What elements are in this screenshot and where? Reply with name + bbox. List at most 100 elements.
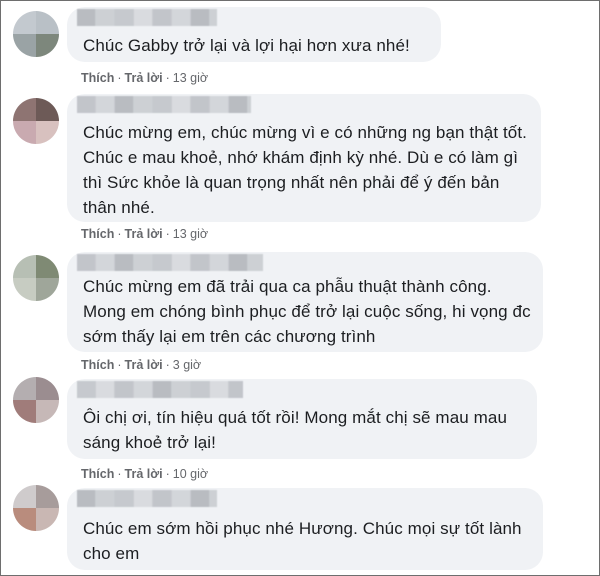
blur-tile	[115, 96, 133, 113]
comment-thread: Chúc Gabby trở lại và lợi hại hơn xưa nh…	[0, 0, 600, 576]
blur-tile	[77, 254, 95, 271]
blur-tile	[77, 96, 95, 113]
comment-time[interactable]: 3 giờ	[173, 358, 201, 372]
commenter-name-blurred[interactable]	[77, 96, 251, 113]
comment-bubble: Chúc Gabby trở lại và lợi hại hơn xưa nh…	[67, 7, 441, 62]
blur-tile	[96, 96, 114, 113]
comment-actions: Thích · Trả lời · 10 giờ	[81, 467, 208, 481]
avatar-pixel	[13, 485, 36, 508]
comment-text: Ôi chị ơi, tín hiệu quá tốt rồi! Mong mắ…	[83, 408, 507, 452]
comment-bubble: Chúc em sớm hồi phục nhé Hương. Chúc mọi…	[67, 488, 543, 570]
blur-tile	[229, 96, 247, 113]
blur-tile	[248, 96, 251, 113]
like-link[interactable]: Thích	[81, 467, 114, 481]
blur-tile	[191, 381, 209, 398]
reply-link[interactable]: Trả lời	[125, 227, 163, 241]
separator-dot: ·	[165, 227, 170, 241]
commenter-name-blurred[interactable]	[77, 490, 217, 507]
blur-tile	[172, 254, 190, 271]
blur-tile	[134, 254, 152, 271]
blur-tile	[172, 490, 190, 507]
avatar-pixel	[36, 508, 59, 531]
separator-dot: ·	[165, 467, 170, 481]
avatar-pixel	[13, 11, 36, 34]
blur-tile	[153, 381, 171, 398]
avatar-pixel	[36, 377, 59, 400]
blur-tile	[191, 9, 209, 26]
blur-tile	[153, 96, 171, 113]
blur-tile	[96, 254, 114, 271]
avatar-pixel	[13, 400, 36, 423]
blur-tile	[210, 9, 217, 26]
reply-link[interactable]: Trả lời	[125, 467, 163, 481]
blur-tile	[210, 96, 228, 113]
avatar-pixel	[36, 400, 59, 423]
comment-text: Chúc Gabby trở lại và lợi hại hơn xưa nh…	[83, 36, 410, 55]
avatar[interactable]	[13, 485, 59, 531]
comment-text: Chúc em sớm hồi phục nhé Hương. Chúc mọi…	[83, 519, 522, 563]
reply-link[interactable]: Trả lời	[125, 71, 163, 85]
blur-tile	[172, 96, 190, 113]
avatar-pixel	[13, 278, 36, 301]
commenter-name-blurred[interactable]	[77, 9, 217, 26]
avatar[interactable]	[13, 11, 59, 57]
blur-tile	[210, 490, 217, 507]
like-link[interactable]: Thích	[81, 227, 114, 241]
separator-dot: ·	[117, 467, 122, 481]
blur-tile	[77, 490, 95, 507]
like-link[interactable]: Thích	[81, 71, 114, 85]
blur-tile	[96, 381, 114, 398]
blur-tile	[191, 490, 209, 507]
avatar[interactable]	[13, 377, 59, 423]
blur-tile	[191, 96, 209, 113]
blur-tile	[229, 254, 247, 271]
commenter-name-blurred[interactable]	[77, 381, 243, 398]
avatar-pixel	[13, 34, 36, 57]
comment-text: Chúc mừng em, chúc mừng vì e có những ng…	[83, 123, 527, 217]
blur-tile	[115, 490, 133, 507]
avatar-pixel	[36, 11, 59, 34]
blur-tile	[210, 254, 228, 271]
blur-tile	[229, 381, 243, 398]
comment-actions: Thích · Trả lời · 13 giờ	[81, 71, 208, 85]
reply-link[interactable]: Trả lời	[125, 358, 163, 372]
comment-time[interactable]: 10 giờ	[173, 467, 208, 481]
avatar-pixel	[36, 278, 59, 301]
avatar-pixel	[13, 255, 36, 278]
avatar-pixel	[36, 34, 59, 57]
avatar-pixel	[36, 485, 59, 508]
comment-actions: Thích · Trả lời · 13 giờ	[81, 227, 208, 241]
avatar[interactable]	[13, 255, 59, 301]
blur-tile	[153, 490, 171, 507]
separator-dot: ·	[117, 71, 122, 85]
separator-dot: ·	[117, 358, 122, 372]
like-link[interactable]: Thích	[81, 358, 114, 372]
separator-dot: ·	[165, 358, 170, 372]
avatar-pixel	[36, 98, 59, 121]
blur-tile	[172, 381, 190, 398]
comment-bubble: Ôi chị ơi, tín hiệu quá tốt rồi! Mong mắ…	[67, 379, 537, 459]
blur-tile	[96, 9, 114, 26]
avatar-pixel	[13, 508, 36, 531]
comment-time[interactable]: 13 giờ	[173, 71, 208, 85]
comment-bubble: Chúc mừng em đã trải qua ca phẫu thuật t…	[67, 252, 543, 352]
blur-tile	[115, 9, 133, 26]
commenter-name-blurred[interactable]	[77, 254, 263, 271]
blur-tile	[115, 254, 133, 271]
blur-tile	[191, 254, 209, 271]
blur-tile	[210, 381, 228, 398]
avatar[interactable]	[13, 98, 59, 144]
blur-tile	[172, 9, 190, 26]
blur-tile	[248, 254, 263, 271]
separator-dot: ·	[165, 71, 170, 85]
comment-time[interactable]: 13 giờ	[173, 227, 208, 241]
comment-text: Chúc mừng em đã trải qua ca phẫu thuật t…	[83, 277, 531, 346]
blur-tile	[134, 96, 152, 113]
blur-tile	[77, 9, 95, 26]
comment-bubble: Chúc mừng em, chúc mừng vì e có những ng…	[67, 94, 541, 222]
avatar-pixel	[13, 377, 36, 400]
comment-actions: Thích · Trả lời · 3 giờ	[81, 358, 201, 372]
blur-tile	[153, 9, 171, 26]
blur-tile	[96, 490, 114, 507]
blur-tile	[77, 381, 95, 398]
